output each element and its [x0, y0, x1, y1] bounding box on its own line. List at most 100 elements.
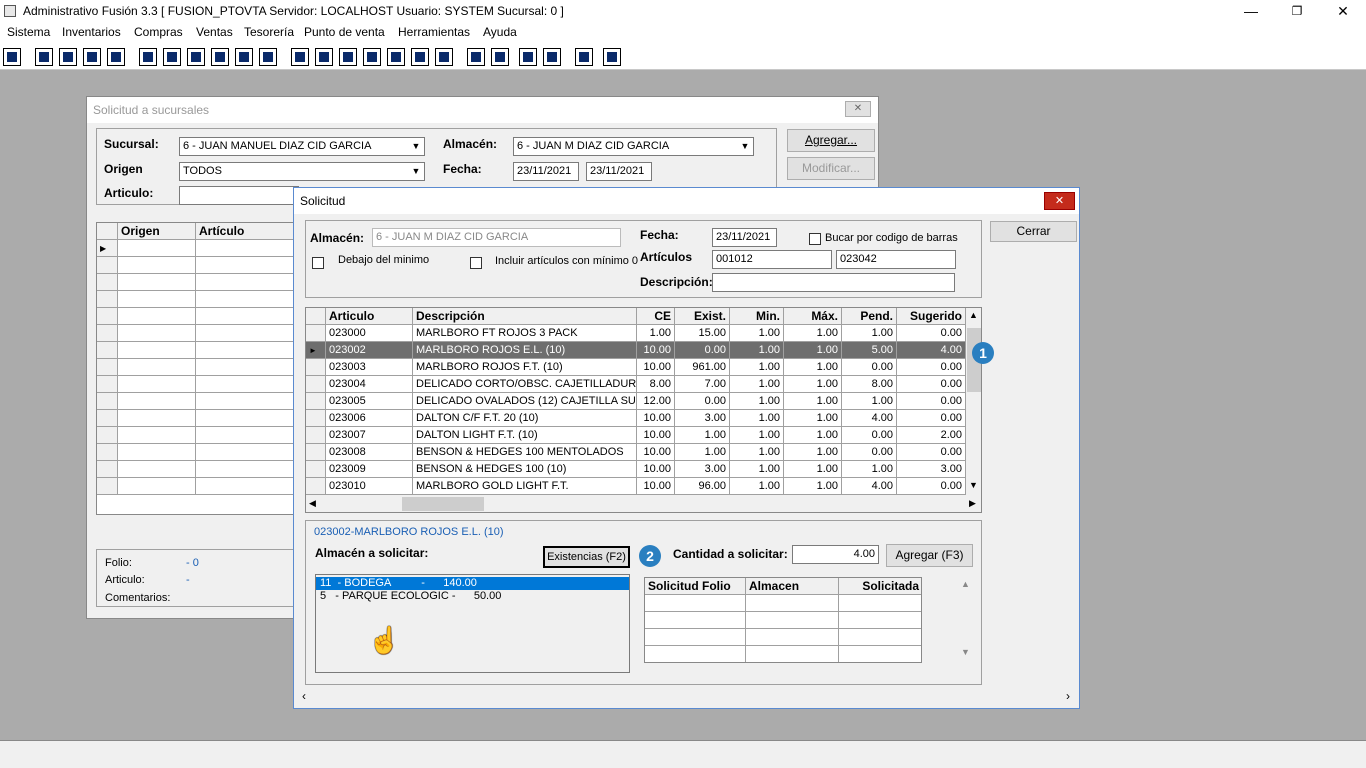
row-selector[interactable]: ► [306, 342, 326, 359]
debajo-minimo-checkbox[interactable] [312, 257, 324, 269]
table-cell[interactable]: 0.00 [897, 393, 966, 410]
almacen-list-item-selected[interactable]: 11 - BODEGA - 140.00 [316, 577, 629, 590]
table-cell[interactable]: 10.00 [637, 410, 675, 427]
table-cell[interactable] [196, 376, 295, 393]
table-cell[interactable]: 023002 [326, 342, 413, 359]
row-selector[interactable] [97, 274, 118, 291]
horizontal-scrollbar[interactable]: ◀ ▶ [306, 495, 981, 512]
scroll-down-icon[interactable]: ▼ [961, 647, 970, 657]
table-cell[interactable]: 10.00 [637, 444, 675, 461]
menu-punto-de-venta[interactable]: Punto de venta [304, 25, 385, 39]
back-icon[interactable] [575, 48, 593, 66]
table-cell[interactable]: 0.00 [675, 393, 730, 410]
table-cell[interactable]: 1.00 [730, 342, 784, 359]
exchange-icon[interactable] [83, 48, 101, 66]
cerrar-button[interactable]: Cerrar [990, 221, 1077, 242]
agregar-f3-button[interactable]: Agregar (F3) [886, 544, 973, 567]
table-cell[interactable]: 10.00 [637, 478, 675, 495]
refresh-icon[interactable] [519, 48, 537, 66]
calculator-icon[interactable] [3, 48, 21, 66]
table-cell[interactable] [196, 461, 295, 478]
table-cell[interactable]: 0.00 [842, 444, 897, 461]
table-cell[interactable]: 15.00 [675, 325, 730, 342]
printer-icon[interactable] [211, 48, 229, 66]
row-selector[interactable] [97, 427, 118, 444]
maximize-button[interactable]: ❐ [1274, 0, 1320, 23]
table-cell[interactable] [645, 612, 746, 629]
import-icon[interactable] [339, 48, 357, 66]
row-selector[interactable] [306, 410, 326, 427]
table-cell[interactable]: 961.00 [675, 359, 730, 376]
table-cell[interactable] [196, 342, 295, 359]
descripcion-input[interactable] [712, 273, 955, 292]
scroll-left-icon[interactable]: ◀ [309, 498, 316, 509]
find-icon[interactable] [491, 48, 509, 66]
report-icon[interactable] [411, 48, 429, 66]
row-selector[interactable] [97, 359, 118, 376]
almacen-list-item[interactable]: 5 - PARQUE ECOLOGIC - 50.00 [316, 590, 629, 603]
table-cell[interactable]: MARLBORO GOLD LIGHT F.T. [413, 478, 637, 495]
table-cell[interactable]: 10.00 [637, 427, 675, 444]
scroll-up-icon[interactable]: ▲ [961, 579, 970, 589]
bg-window-close-button[interactable]: ✕ [845, 101, 871, 117]
bg-almacen-select[interactable]: 6 - JUAN M DIAZ CID GARCIA ▼ [513, 137, 754, 156]
horizontal-scroll-thumb[interactable] [402, 497, 484, 511]
table-cell[interactable] [839, 612, 921, 629]
table-cell[interactable]: 1.00 [784, 444, 842, 461]
row-selector[interactable] [97, 461, 118, 478]
fecha-to-input[interactable]: 23/11/2021 [586, 162, 652, 181]
table-cell[interactable]: 96.00 [675, 478, 730, 495]
articulo-from-input[interactable]: 001012 [712, 250, 832, 269]
row-selector[interactable] [306, 325, 326, 342]
table-cell[interactable] [196, 478, 295, 495]
table-cell[interactable] [118, 393, 196, 410]
table-cell[interactable] [839, 595, 921, 612]
table-cell[interactable]: 3.00 [897, 461, 966, 478]
row-selector[interactable] [306, 444, 326, 461]
table-cell[interactable] [645, 646, 746, 662]
table-cell[interactable] [196, 427, 295, 444]
table-cell[interactable] [118, 291, 196, 308]
table-cell[interactable] [118, 359, 196, 376]
sucursal-select[interactable]: 6 - JUAN MANUEL DIAZ CID GARCIA ▼ [179, 137, 425, 156]
table-cell[interactable]: 1.00 [784, 461, 842, 478]
table-cell[interactable] [196, 359, 295, 376]
table-cell[interactable] [118, 461, 196, 478]
table-cell[interactable] [746, 646, 839, 662]
table-cell[interactable] [746, 629, 839, 646]
table-cell[interactable] [118, 308, 196, 325]
minimize-button[interactable]: — [1228, 0, 1274, 23]
table-cell[interactable]: 1.00 [730, 461, 784, 478]
table-cell[interactable] [118, 444, 196, 461]
table-cell[interactable]: 1.00 [784, 393, 842, 410]
table-cell[interactable]: 10.00 [637, 359, 675, 376]
table-cell[interactable]: 3.00 [675, 410, 730, 427]
search-doc-icon[interactable] [107, 48, 125, 66]
user-icon[interactable] [139, 48, 157, 66]
table-cell[interactable] [118, 274, 196, 291]
table-cell[interactable]: 1.00 [784, 410, 842, 427]
vertical-scrollbar[interactable]: ▲ ▼ [966, 308, 981, 495]
table-cell[interactable] [196, 257, 295, 274]
modificar-button[interactable]: Modificar... [787, 157, 875, 180]
table-cell[interactable]: 023004 [326, 376, 413, 393]
add-icon[interactable] [363, 48, 381, 66]
table-cell[interactable] [196, 393, 295, 410]
table-cell[interactable]: 0.00 [897, 410, 966, 427]
existencias-button[interactable]: Existencias (F2) [543, 546, 630, 568]
table-cell[interactable] [118, 427, 196, 444]
row-selector[interactable] [97, 393, 118, 410]
table-cell[interactable]: 8.00 [842, 376, 897, 393]
table-cell[interactable]: 1.00 [730, 427, 784, 444]
row-selector[interactable] [97, 478, 118, 495]
table-cell[interactable]: 023006 [326, 410, 413, 427]
grid-icon[interactable] [259, 48, 277, 66]
table-cell[interactable]: 4.00 [842, 478, 897, 495]
chevron-right-icon[interactable]: › [1066, 689, 1070, 703]
table-cell[interactable]: 0.00 [897, 376, 966, 393]
table-cell[interactable] [196, 410, 295, 427]
row-selector[interactable] [97, 308, 118, 325]
row-selector[interactable] [97, 325, 118, 342]
menu-tesoreria[interactable]: Tesorería [244, 25, 294, 39]
table-cell[interactable]: 0.00 [675, 342, 730, 359]
